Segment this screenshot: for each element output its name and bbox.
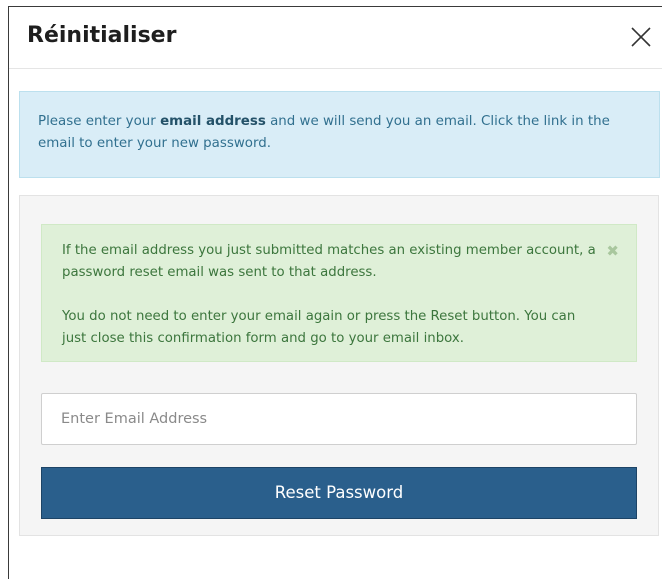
reset-password-button[interactable]: Reset Password bbox=[41, 467, 637, 519]
email-input[interactable] bbox=[41, 393, 637, 445]
info-text-before: Please enter your bbox=[38, 114, 161, 129]
dialog-header: Réinitialiser bbox=[9, 7, 662, 69]
alert-dismiss-icon[interactable]: ✖ bbox=[606, 240, 619, 262]
dialog-title: Réinitialiser bbox=[27, 23, 177, 48]
reset-form-panel: ✖ If the email address you just submitte… bbox=[19, 195, 659, 536]
info-alert: Please enter your email address and we w… bbox=[19, 91, 660, 178]
reset-password-dialog: Réinitialiser Please enter your email ad… bbox=[8, 6, 662, 579]
success-paragraph-2: You do not need to enter your email agai… bbox=[62, 309, 576, 346]
close-icon bbox=[631, 27, 651, 47]
info-text-bold: email address bbox=[160, 114, 266, 129]
success-alert: ✖ If the email address you just submitte… bbox=[41, 224, 637, 362]
close-button[interactable] bbox=[628, 24, 654, 50]
success-paragraph-1: If the email address you just submitted … bbox=[62, 243, 596, 280]
